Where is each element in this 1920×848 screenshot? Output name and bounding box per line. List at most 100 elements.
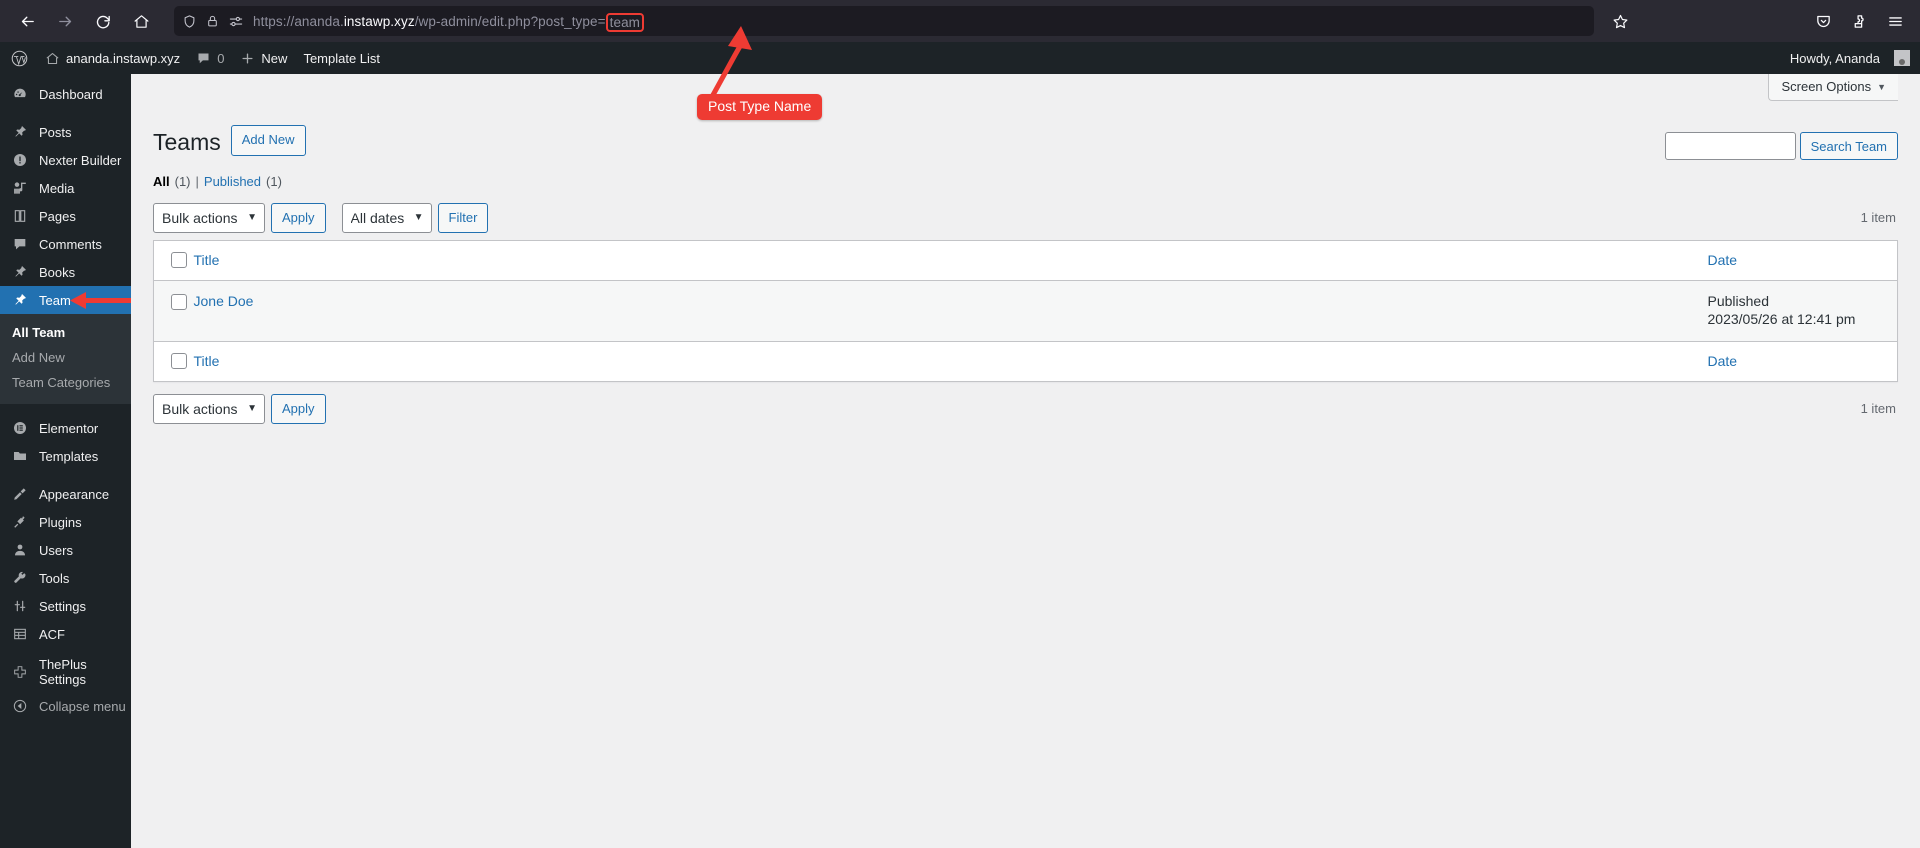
bulk-actions-select-top[interactable]: Bulk actions xyxy=(153,202,265,233)
pocket-icon[interactable] xyxy=(1808,6,1838,36)
select-all-checkbox-bottom[interactable] xyxy=(171,352,187,369)
sidebar-item-templates[interactable]: Templates xyxy=(0,442,131,470)
reload-button[interactable] xyxy=(86,4,120,38)
sidebar-item-posts[interactable]: Posts xyxy=(0,118,131,146)
column-footer-title[interactable]: Title xyxy=(193,340,1708,382)
site-permissions-icon[interactable] xyxy=(228,14,244,29)
select-all-checkbox-top[interactable] xyxy=(171,251,187,268)
main-content: Screen Options ▼ Teams Add New All (1) |… xyxy=(131,74,1920,848)
wrench-icon xyxy=(10,568,30,588)
bulk-actions-select-bottom[interactable]: Bulk actions xyxy=(153,393,265,424)
bulk-actions-select-wrap: Bulk actions ▼ xyxy=(153,202,265,233)
column-header-date[interactable]: Date xyxy=(1707,240,1898,281)
app-menu-icon[interactable] xyxy=(1880,6,1910,36)
sidebar-collapse-menu[interactable]: Collapse menu xyxy=(0,692,131,720)
search-submit-button[interactable]: Search Team xyxy=(1799,132,1898,160)
site-name-menu[interactable]: ananda.instawp.xyz xyxy=(37,42,188,74)
sidebar-label: ACF xyxy=(39,626,65,642)
home-button[interactable] xyxy=(124,4,158,38)
views-filter-list: All (1) | Published (1) xyxy=(153,174,1898,189)
column-footer-date[interactable]: Date xyxy=(1707,340,1898,382)
select-all-footer xyxy=(153,340,194,382)
column-header-title[interactable]: Title xyxy=(193,240,1708,281)
view-published-link[interactable]: Published xyxy=(204,174,261,189)
displaying-num-top: 1 item xyxy=(1860,210,1896,226)
add-new-button[interactable]: Add New xyxy=(230,124,306,157)
row-title-link[interactable]: Jone Doe xyxy=(194,293,254,309)
sidebar-item-add-new[interactable]: Add New xyxy=(0,345,131,370)
sidebar-item-team[interactable]: Team xyxy=(0,286,134,314)
plus-icon xyxy=(240,51,255,66)
sidebar-item-nexter-builder[interactable]: Nexter Builder xyxy=(0,146,131,174)
browser-toolbar: https://ananda. instawp.xyz/wp-admin/edit… xyxy=(0,0,1920,42)
apply-button-bottom[interactable]: Apply xyxy=(271,393,326,424)
sidebar-label: ThePlus Settings xyxy=(39,657,87,687)
pin-icon xyxy=(10,290,30,310)
wp-admin-page: Teams Add New All (1) | Published (1) Se… xyxy=(131,101,1920,424)
sidebar-item-acf[interactable]: ACF xyxy=(0,620,131,648)
new-content-menu[interactable]: New xyxy=(232,42,295,74)
sidebar-item-comments[interactable]: Comments xyxy=(0,230,131,258)
screen-options-label: Screen Options xyxy=(1781,79,1872,94)
comments-menu[interactable]: 0 xyxy=(188,42,232,74)
sidebar-item-tools[interactable]: Tools xyxy=(0,564,131,592)
sidebar-label: Elementor xyxy=(39,420,99,436)
sidebar-label: Pages xyxy=(39,208,76,224)
search-input[interactable] xyxy=(1664,132,1796,160)
template-list-label: Template List xyxy=(303,50,381,66)
sidebar-label: Media xyxy=(39,180,75,196)
sidebar-item-elementor[interactable]: Elementor xyxy=(0,414,131,442)
extensions-icon[interactable] xyxy=(1844,6,1874,36)
table-header-row: Title Date xyxy=(153,240,1898,281)
chevron-left-circle-icon xyxy=(10,696,30,716)
pages-icon xyxy=(10,206,30,226)
site-name-label: ananda.instawp.xyz xyxy=(66,50,181,66)
apply-button-top[interactable]: Apply xyxy=(271,202,326,233)
admin-body: Dashboard Posts Nexter Builder Media Pag… xyxy=(0,74,1920,848)
comments-count: 0 xyxy=(217,50,225,66)
screen-options-button[interactable]: Screen Options ▼ xyxy=(1768,74,1898,101)
date-filter-select[interactable]: All dates xyxy=(341,202,432,233)
menu-separator xyxy=(0,404,131,414)
wp-logo-menu[interactable] xyxy=(2,42,37,74)
sidebar-item-media[interactable]: Media xyxy=(0,174,131,202)
browser-right-icons xyxy=(1788,6,1910,36)
filter-button[interactable]: Filter xyxy=(437,202,489,233)
sidebar-item-settings[interactable]: Settings xyxy=(0,592,131,620)
view-all-link[interactable]: All xyxy=(153,174,170,189)
address-bar[interactable]: https://ananda. instawp.xyz/wp-admin/edit… xyxy=(174,6,1594,36)
folder-icon xyxy=(10,446,30,466)
sidebar-item-dashboard[interactable]: Dashboard xyxy=(0,80,131,108)
menu-separator xyxy=(0,108,131,118)
view-all[interactable]: All xyxy=(153,174,170,189)
table-body: Jone Doe Published 2023/05/26 at 12:41 p… xyxy=(153,280,1898,342)
displaying-num-bottom: 1 item xyxy=(1860,401,1896,417)
sidebar-item-users[interactable]: Users xyxy=(0,536,131,564)
collapse-menu-label: Collapse menu xyxy=(39,698,126,714)
row-checkbox[interactable] xyxy=(171,293,187,310)
template-list-menu[interactable]: Template List xyxy=(295,42,388,74)
sidebar-item-theplus-settings[interactable]: ThePlus Settings xyxy=(0,657,131,687)
sidebar-item-pages[interactable]: Pages xyxy=(0,202,131,230)
sidebar-item-plugins[interactable]: Plugins xyxy=(0,508,131,536)
howdy-menu[interactable]: Howdy, Ananda xyxy=(1782,42,1918,74)
table-row[interactable]: Jone Doe Published 2023/05/26 at 12:41 p… xyxy=(153,280,1898,342)
wordpress-logo-icon xyxy=(10,49,29,68)
sidebar-item-books[interactable]: Books xyxy=(0,258,131,286)
bookmark-star-icon[interactable] xyxy=(1604,5,1636,37)
sidebar-label: Settings xyxy=(39,598,86,614)
sidebar-item-team-categories[interactable]: Team Categories xyxy=(0,370,131,395)
sidebar-label: Posts xyxy=(39,124,72,140)
forward-button[interactable] xyxy=(48,4,82,38)
back-button[interactable] xyxy=(10,4,44,38)
sidebar-item-all-team[interactable]: All Team xyxy=(0,320,131,345)
chevron-down-icon: ▼ xyxy=(1877,81,1886,92)
users-icon xyxy=(10,540,30,560)
elementor-icon xyxy=(10,418,30,438)
view-published[interactable]: Published xyxy=(204,174,261,189)
theplus-icon xyxy=(10,662,30,682)
url-text[interactable]: https://ananda. instawp.xyz/wp-admin/edit… xyxy=(253,12,645,32)
sidebar-item-appearance[interactable]: Appearance xyxy=(0,480,131,508)
adminbar-account-area[interactable]: Howdy, Ananda xyxy=(1782,42,1918,74)
table-footer-row: Title Date xyxy=(153,340,1898,382)
